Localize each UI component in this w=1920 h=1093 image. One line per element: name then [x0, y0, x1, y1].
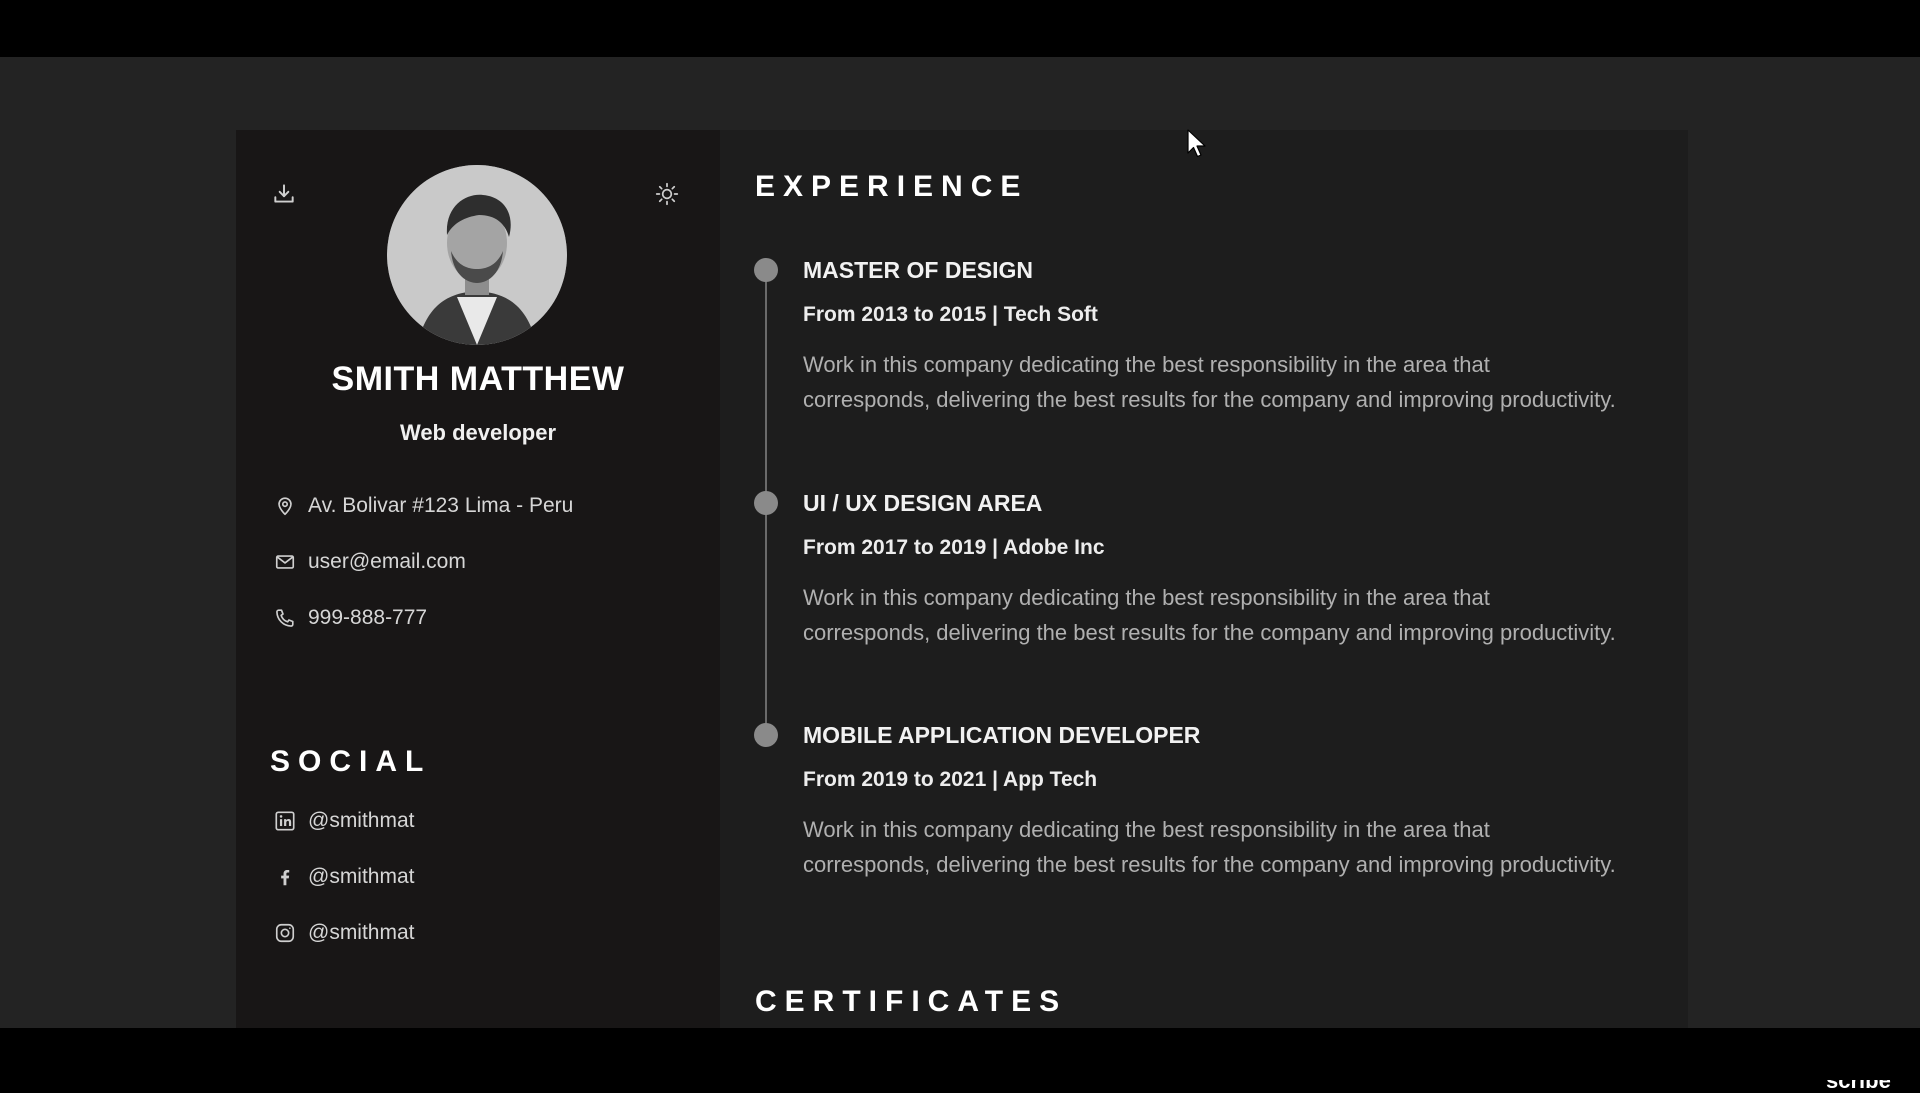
timeline-dot [754, 723, 778, 747]
experience-panel: EXPERIENCE MASTER OF DESIGN From 2013 to… [720, 130, 1688, 1028]
phone-icon [272, 605, 298, 631]
theme-toggle-button[interactable] [651, 180, 683, 212]
contact-list: Av. Bolivar #123 Lima - Peru user@email.… [272, 478, 692, 646]
job-description: Work in this company dedicating the best… [803, 817, 1616, 877]
page-background: SMITH MATTHEW Web developer Av. Bolivar … [0, 57, 1920, 1091]
social-heading: SOCIAL [270, 745, 432, 778]
certificates-heading: CERTIFICATES [755, 985, 1068, 1018]
sun-icon [654, 181, 680, 212]
resume-card: SMITH MATTHEW Web developer Av. Bolivar … [236, 130, 1688, 1028]
social-facebook[interactable]: @smithmat [272, 849, 692, 905]
map-pin-icon [272, 493, 298, 519]
contact-phone[interactable]: 999-888-777 [272, 590, 692, 646]
download-button[interactable] [268, 180, 300, 212]
download-icon [271, 181, 297, 212]
facebook-icon [272, 864, 298, 890]
social-instagram-text: @smithmat [308, 921, 415, 944]
profile-role: Web developer [399, 420, 557, 445]
letterbox-top [0, 0, 1920, 57]
linkedin-icon [272, 808, 298, 834]
letterbox-bottom [0, 1028, 1920, 1080]
social-instagram[interactable]: @smithmat [272, 905, 692, 961]
job-title: MOBILE APPLICATION DEVELOPER [803, 722, 1201, 748]
social-facebook-text: @smithmat [308, 865, 415, 888]
job-title: UI / UX DESIGN AREA [803, 490, 1043, 516]
job-description: Work in this company dedicating the best… [803, 585, 1616, 645]
timeline-dot [754, 258, 778, 282]
timeline-dot [754, 491, 778, 515]
social-list: @smithmat @smithmat @smithmat [272, 793, 692, 961]
social-linkedin[interactable]: @smithmat [272, 793, 692, 849]
job-description: Work in this company dedicating the best… [803, 352, 1616, 412]
job-title: MASTER OF DESIGN [803, 257, 1034, 283]
contact-address-text: Av. Bolivar #123 Lima - Peru [308, 494, 574, 517]
instagram-icon [272, 920, 298, 946]
contact-phone-text: 999-888-777 [308, 606, 428, 629]
avatar [387, 165, 567, 345]
contact-email[interactable]: user@email.com [272, 534, 692, 590]
social-linkedin-text: @smithmat [308, 809, 415, 832]
job-meta: From 2017 to 2019 | Adobe Inc [803, 536, 1105, 559]
job-meta: From 2013 to 2015 | Tech Soft [803, 303, 1098, 326]
contact-address: Av. Bolivar #123 Lima - Peru [272, 478, 692, 534]
contact-email-text: user@email.com [308, 550, 466, 573]
mouse-cursor-icon [1187, 129, 1207, 164]
mail-icon [272, 549, 298, 575]
experience-heading: EXPERIENCE [755, 170, 1029, 203]
profile-name: SMITH MATTHEW [331, 360, 625, 398]
profile-sidebar: SMITH MATTHEW Web developer Av. Bolivar … [236, 130, 720, 1028]
job-meta: From 2019 to 2021 | App Tech [803, 768, 1098, 791]
